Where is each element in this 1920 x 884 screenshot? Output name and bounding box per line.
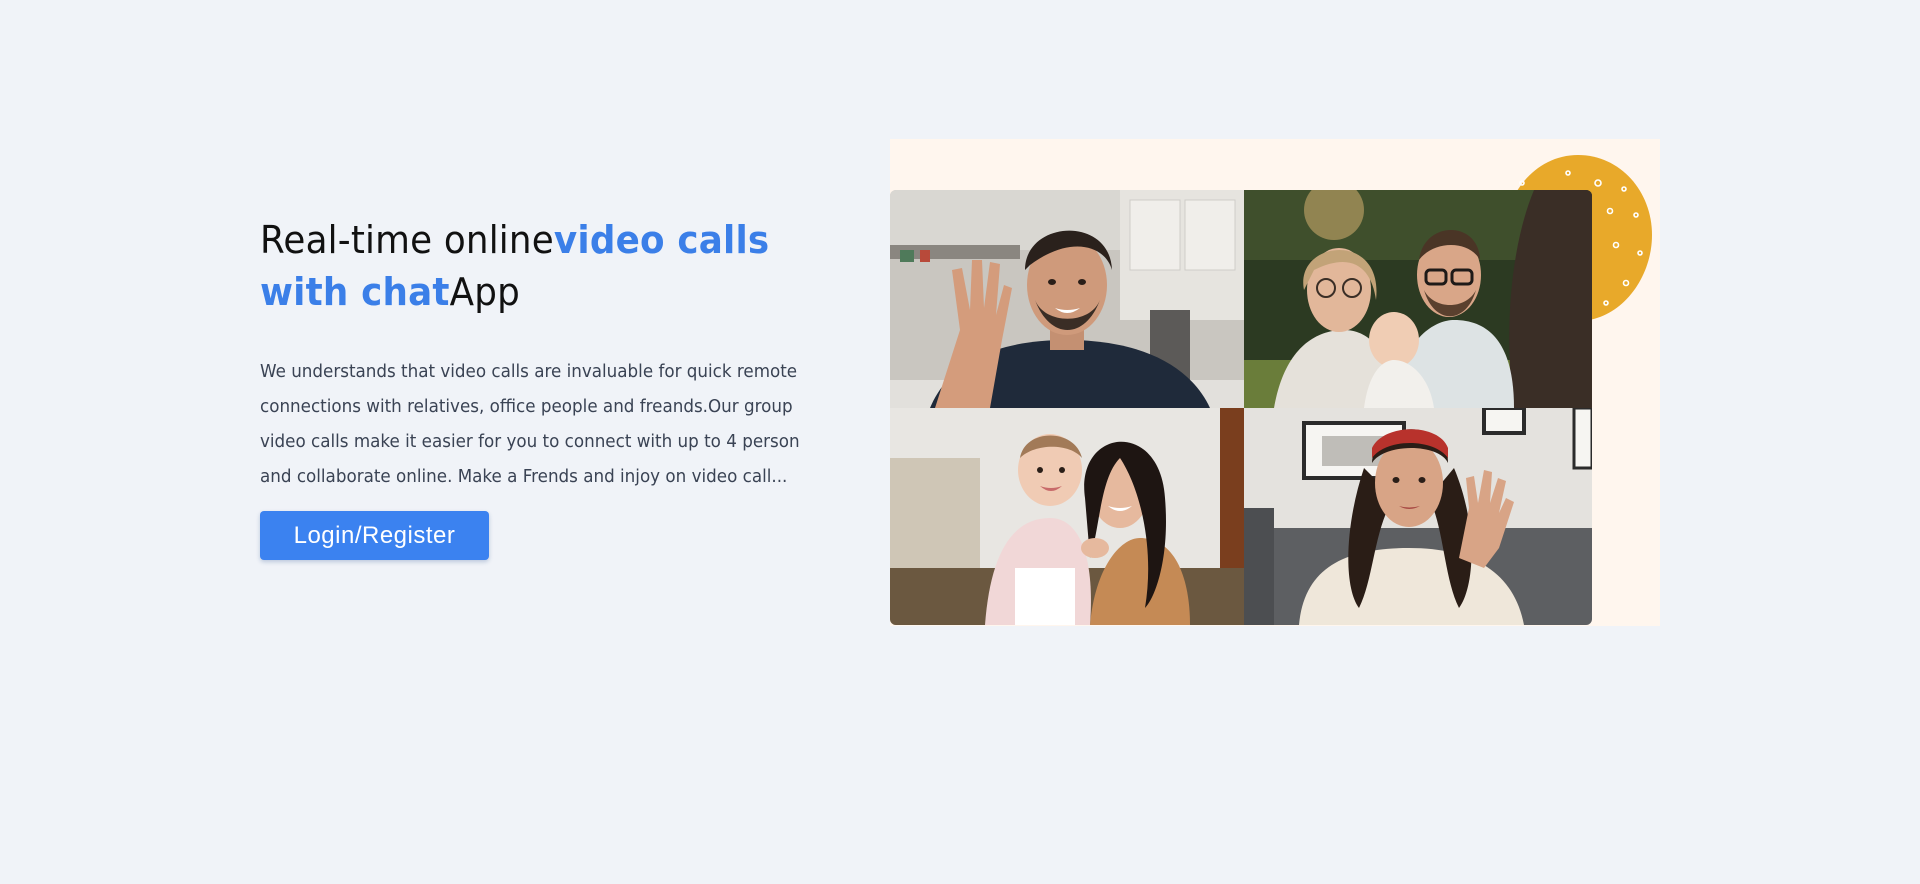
video-tile-family: [1244, 190, 1592, 408]
hero-description: We understands that video calls are inva…: [260, 361, 800, 487]
video-tile-mother-baby: [890, 408, 1244, 625]
video-tile-woman-waving: [1244, 408, 1592, 625]
login-register-button[interactable]: Login/Register: [260, 511, 489, 560]
headline-part1: Real-time online: [260, 218, 554, 262]
hero-text: Real-time onlinevideo calls with chatApp…: [260, 214, 850, 560]
video-tile-man-waving: [890, 190, 1244, 408]
headline-part2: App: [449, 270, 521, 314]
hero-headline: Real-time onlinevideo calls with chatApp: [260, 214, 824, 318]
hero-section: Real-time onlinevideo calls with chatApp…: [0, 0, 1920, 884]
video-call-illustration: [890, 139, 1660, 626]
video-call-grid: [890, 190, 1592, 625]
